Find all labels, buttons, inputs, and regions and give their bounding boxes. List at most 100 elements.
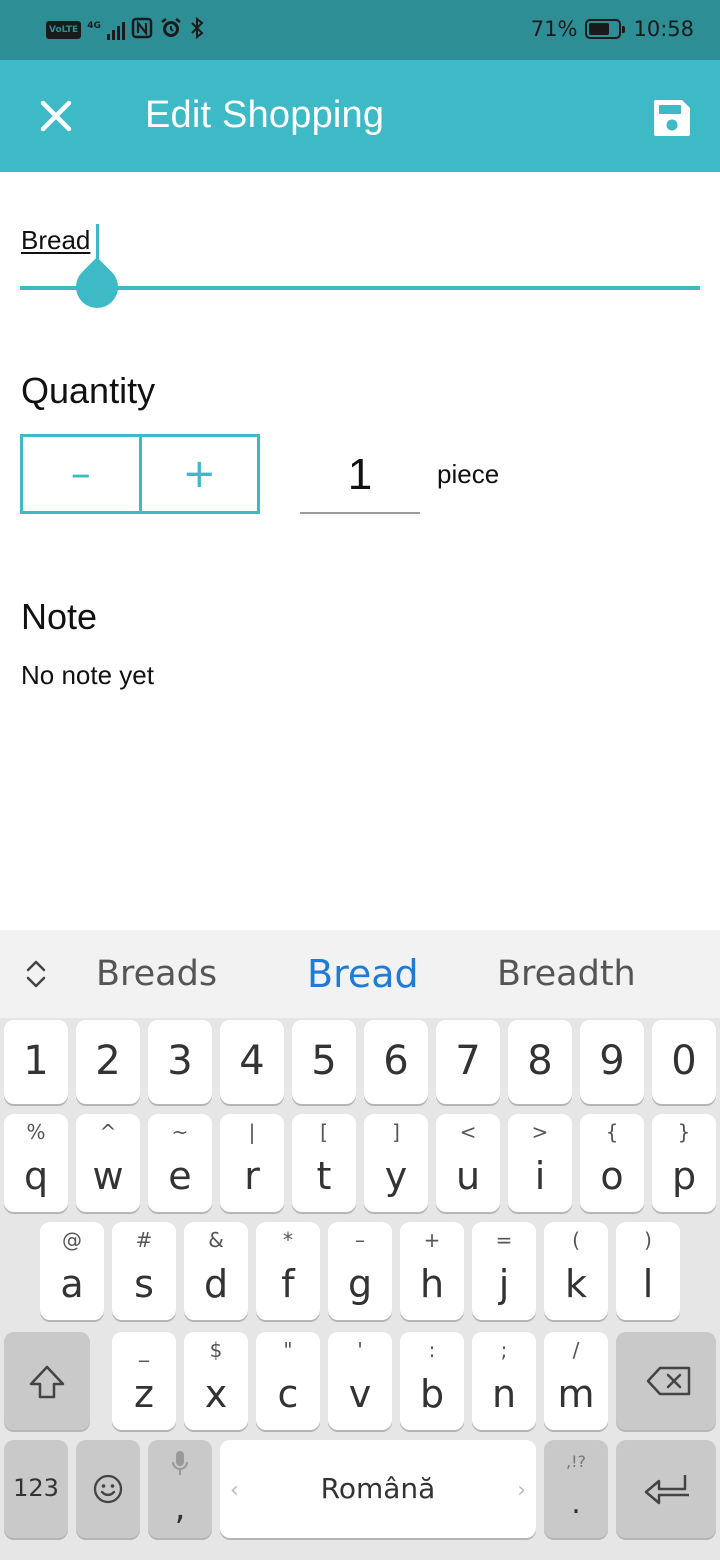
app-bar: Edit Shopping [0,60,720,172]
key-c[interactable]: " c [256,1332,320,1430]
key-0[interactable]: 0 [652,1020,716,1104]
quantity-input[interactable]: 1 [300,440,420,514]
key-label: d [203,1262,229,1306]
suggestion-item[interactable]: Breads [96,954,217,994]
key-label: o [600,1154,624,1198]
key-v[interactable]: ' v [328,1332,392,1430]
key-2[interactable]: 2 [76,1020,140,1104]
close-icon [40,100,72,132]
volte-indicator: VoLTE [46,21,82,39]
key-k[interactable]: (k [544,1222,608,1320]
chevron-right-icon: › [517,1478,526,1503]
key-symbol: [ [320,1120,328,1144]
cursor-handle[interactable] [67,257,127,317]
key-m[interactable]: / m [544,1332,608,1430]
shift-key[interactable] [4,1332,90,1430]
key-y[interactable]: ] y [364,1114,428,1212]
key-label: m [557,1372,595,1416]
key-label: 6 [383,1038,409,1084]
item-name-input[interactable]: Bread [21,225,90,256]
key-f[interactable]: * f [256,1222,320,1320]
key-symbol: ; [500,1338,508,1362]
increment-button[interactable]: + [142,437,258,511]
key-t[interactable]: [t [292,1114,356,1212]
field-underline [20,286,700,290]
item-name-field[interactable]: Bread [20,220,700,320]
key-d[interactable]: & d [184,1222,248,1320]
suggestion-item[interactable]: Breadth [497,954,636,994]
key-1[interactable]: 1 [4,1020,68,1104]
expand-toggle[interactable] [16,954,56,994]
key-label: p [671,1154,697,1198]
key-p[interactable]: } p [652,1114,716,1212]
suggestion-item-selected[interactable]: Bread [307,952,419,996]
key-label: 3 [167,1038,193,1084]
chevron-left-icon: ‹ [230,1478,239,1503]
period-key[interactable]: ,!?. [544,1440,608,1538]
note-text[interactable]: No note yet [21,660,154,691]
key-label: q [23,1154,49,1198]
key-label: 9 [599,1038,625,1084]
key-o[interactable]: {o [580,1114,644,1212]
key-symbol: | [248,1120,256,1144]
key-symbol: ^ [99,1120,117,1144]
key-i[interactable]: > i [508,1114,572,1212]
key-a[interactable]: @ a [40,1222,104,1320]
key-symbol: > [531,1120,549,1144]
key-label: i [534,1154,546,1198]
key-w[interactable]: ^ w [76,1114,140,1212]
key-l[interactable]: ) l [616,1222,680,1320]
emoji-key[interactable] [76,1440,140,1538]
comma-key[interactable]: , [148,1440,212,1538]
key-q[interactable]: % q [4,1114,68,1212]
key-symbol: $ [209,1338,223,1362]
key-label: 8 [527,1038,553,1084]
key-s[interactable]: # s [112,1222,176,1320]
key-6[interactable]: 6 [364,1020,428,1104]
key-h[interactable]: + h [400,1222,464,1320]
key-4[interactable]: 4 [220,1020,284,1104]
key-b[interactable]: :b [400,1332,464,1430]
save-button[interactable] [632,78,712,158]
backspace-key[interactable] [616,1332,716,1430]
key-7[interactable]: 7 [436,1020,500,1104]
close-button[interactable] [20,80,92,152]
key-label: 2 [95,1038,121,1084]
key-symbol: " [283,1338,293,1362]
key-symbol: @ [62,1228,82,1252]
key-label: t [316,1154,332,1198]
key-n[interactable]: ; n [472,1332,536,1430]
key-9[interactable]: 9 [580,1020,644,1104]
key-z[interactable]: _ z [112,1332,176,1430]
suggestion-bar: Breads Bread Breadth [0,930,720,1018]
key-symbol: / [572,1338,580,1362]
key-3[interactable]: 3 [148,1020,212,1104]
symbols-key[interactable]: 123 [4,1440,68,1538]
key-symbol: < [459,1120,477,1144]
page-title: Edit Shopping [145,94,385,136]
space-key[interactable]: Română ‹ › [220,1440,536,1538]
key-label: y [384,1154,408,1198]
key-symbol: – [355,1228,365,1252]
key-label: c [277,1372,299,1416]
enter-icon [644,1475,689,1505]
key-symbol: { [605,1120,619,1144]
key-8[interactable]: 8 [508,1020,572,1104]
key-u[interactable]: < u [436,1114,500,1212]
key-x[interactable]: $ x [184,1332,248,1430]
key-r[interactable]: | r [220,1114,284,1212]
key-g[interactable]: – g [328,1222,392,1320]
key-label: e [168,1154,192,1198]
enter-key[interactable] [616,1440,716,1538]
key-e[interactable]: ~ e [148,1114,212,1212]
decrement-button[interactable]: – [23,437,142,511]
key-j[interactable]: = j [472,1222,536,1320]
key-symbol: ) [644,1228,652,1252]
key-symbol: # [135,1228,153,1252]
key-5[interactable]: 5 [292,1020,356,1104]
key-label: h [419,1262,445,1306]
key-label: 1 [23,1038,49,1084]
key-label: a [60,1262,84,1306]
chevron-up-down-icon [26,960,46,988]
space-label: Română [320,1472,436,1505]
